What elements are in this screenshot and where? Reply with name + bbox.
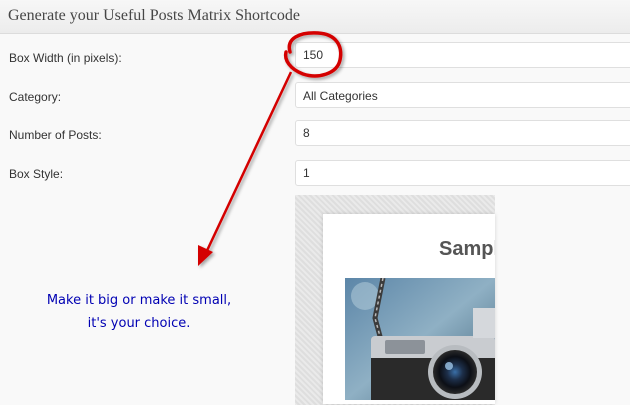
box-width-label: Box Width (in pixels): — [9, 51, 122, 65]
preview-camera-image — [345, 278, 495, 400]
panel-header: Generate your Useful Posts Matrix Shortc… — [0, 0, 630, 34]
category-label: Category: — [9, 90, 62, 104]
box-style-input[interactable] — [295, 160, 630, 186]
annotation-line-2: it's your choice. — [87, 316, 191, 331]
preview-heading: Sampl — [439, 238, 495, 260]
box-style-label: Box Style: — [9, 167, 64, 181]
annotation-callout: Make it big or make it small, it's your … — [14, 289, 264, 335]
annotation-line-1: Make it big or make it small, — [46, 293, 232, 308]
box-width-input[interactable] — [295, 42, 630, 68]
num-posts-input[interactable] — [295, 120, 630, 146]
category-selected-value: All Categories — [303, 89, 378, 103]
category-select[interactable]: All Categories — [295, 82, 630, 108]
num-posts-label: Number of Posts: — [9, 128, 102, 142]
panel-title: Generate your Useful Posts Matrix Shortc… — [8, 7, 300, 24]
